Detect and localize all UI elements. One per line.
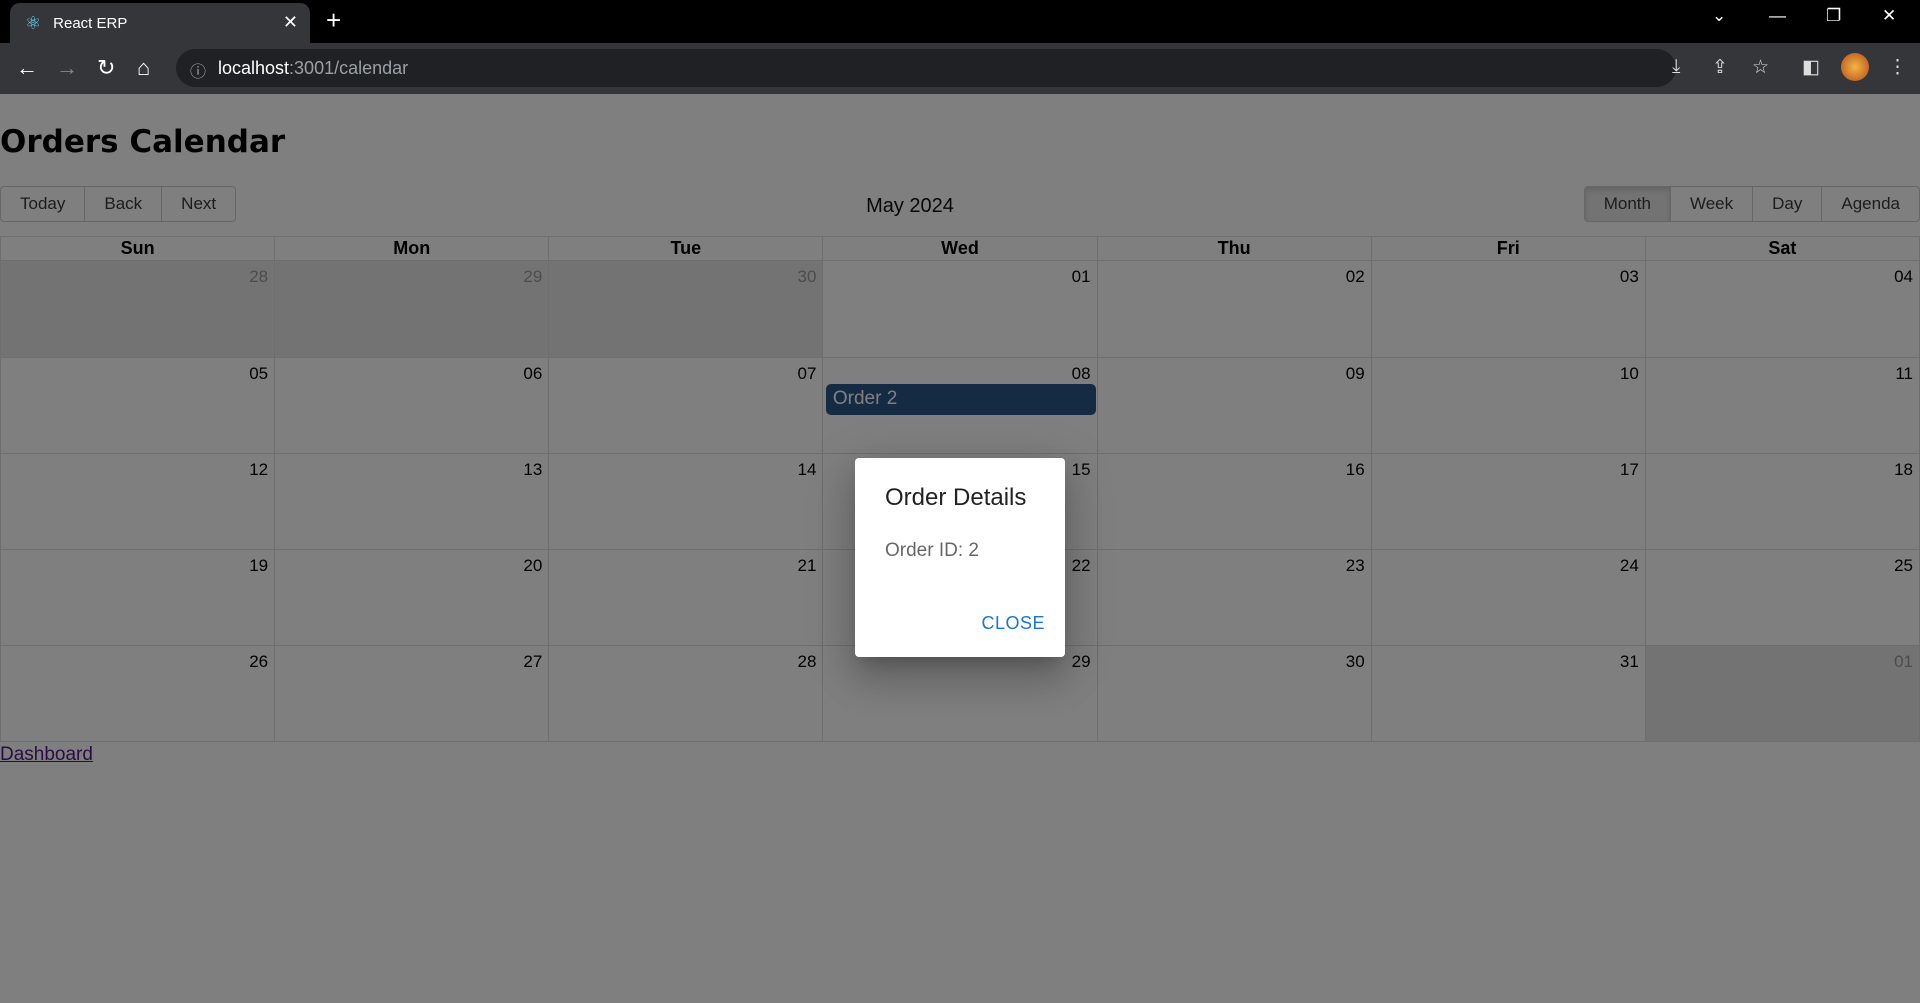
tab-search-icon[interactable]: ⌄ <box>1712 6 1726 26</box>
address-bar-row: ← → ↻ ⌂ ⓘ localhost:3001/calendar ⤓ ⇪ ☆ … <box>0 43 1920 94</box>
home-icon[interactable]: ⌂ <box>137 55 150 81</box>
menu-kebab-icon[interactable]: ⋮ <box>1888 56 1907 79</box>
forward-arrow-icon[interactable]: → <box>56 55 78 81</box>
tab-title: React ERP <box>53 14 128 32</box>
share-icon[interactable]: ⇪ <box>1712 56 1728 79</box>
reload-icon[interactable]: ↻ <box>97 55 115 81</box>
browser-tab[interactable]: ⚛ React ERP ✕ <box>10 3 310 43</box>
restore-icon[interactable]: ❐ <box>1826 6 1841 26</box>
react-logo-icon: ⚛ <box>25 12 42 33</box>
url-host: localhost <box>218 58 290 78</box>
dialog-content: Order ID: 2 <box>885 540 979 561</box>
dialog-title: Order Details <box>885 484 1027 511</box>
close-window-icon[interactable]: ✕ <box>1882 6 1896 26</box>
close-button[interactable]: CLOSE <box>981 613 1045 634</box>
install-icon[interactable]: ⤓ <box>1672 56 1680 78</box>
side-panel-icon[interactable]: ◧ <box>1802 56 1820 79</box>
url-path: :3001/calendar <box>289 58 409 78</box>
minimize-icon[interactable]: — <box>1769 6 1786 26</box>
back-arrow-icon[interactable]: ← <box>16 55 38 81</box>
close-tab-icon[interactable]: ✕ <box>283 12 298 33</box>
profile-avatar[interactable] <box>1841 53 1869 81</box>
order-details-dialog: Order Details Order ID: 2 CLOSE <box>855 458 1065 657</box>
tab-bar: ⚛ React ERP ✕ + ⌄ — ❐ ✕ <box>0 0 1920 43</box>
site-info-icon[interactable]: ⓘ <box>190 58 206 82</box>
url-input[interactable]: ⓘ localhost:3001/calendar <box>176 49 1676 87</box>
new-tab-icon[interactable]: + <box>326 5 341 36</box>
bookmark-star-icon[interactable]: ☆ <box>1752 56 1769 79</box>
